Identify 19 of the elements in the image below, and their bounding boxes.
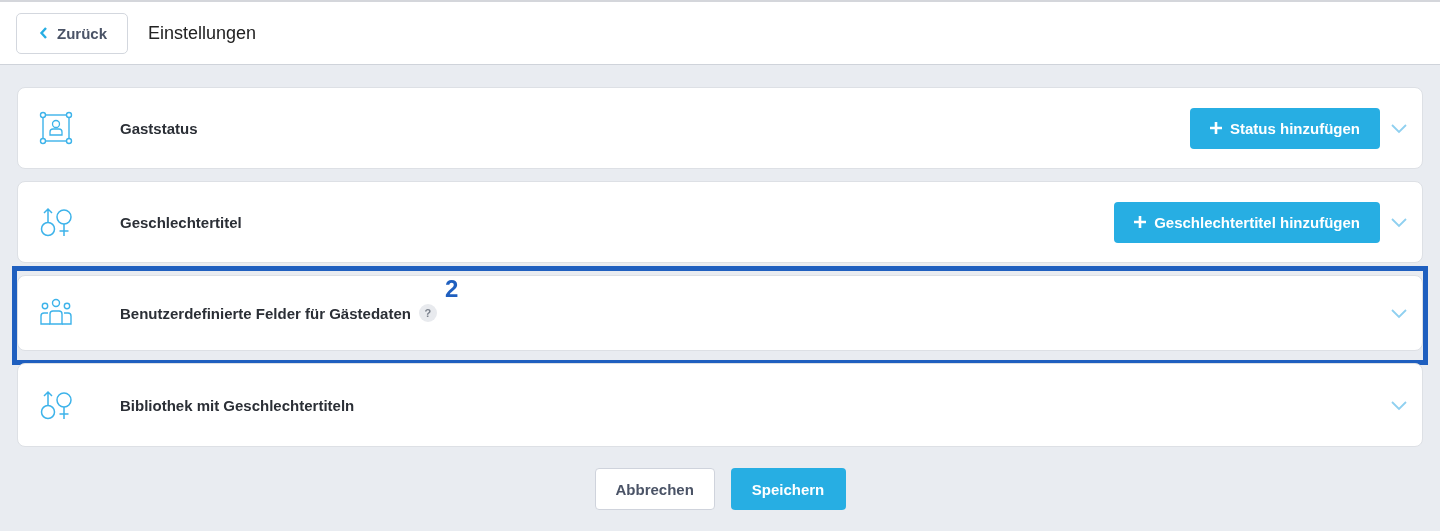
plus-icon xyxy=(1134,216,1147,228)
callout-number: 2 xyxy=(445,275,459,303)
section-title: Benutzerdefinierte Felder für Gästedaten xyxy=(120,304,411,322)
chevron-down-icon[interactable] xyxy=(1390,307,1408,319)
settings-section[interactable]: Geschlechtertitel Geschlechtertitel hinzufügen xyxy=(17,181,1423,263)
section-title: Geschlechtertitel xyxy=(120,213,242,231)
chevron-down-icon[interactable] xyxy=(1390,122,1408,134)
cancel-button[interactable]: Abbrechen xyxy=(594,468,715,510)
settings-section[interactable]: Bibliothek mit Geschlechtertiteln xyxy=(17,363,1423,447)
chevron-left-icon xyxy=(39,27,49,39)
settings-section[interactable]: Gaststatus Status hinzufügen xyxy=(17,87,1423,169)
chevron-down-icon[interactable] xyxy=(1390,216,1408,228)
section-title: Gaststatus xyxy=(120,119,198,137)
status-icon xyxy=(38,110,74,146)
plus-icon xyxy=(1210,122,1222,134)
section-title: Bibliothek mit Geschlechtertiteln xyxy=(120,396,355,414)
page-title: Einstellungen xyxy=(148,22,257,44)
chevron-down-icon[interactable] xyxy=(1390,399,1408,411)
back-button[interactable]: Zurück xyxy=(16,12,128,54)
